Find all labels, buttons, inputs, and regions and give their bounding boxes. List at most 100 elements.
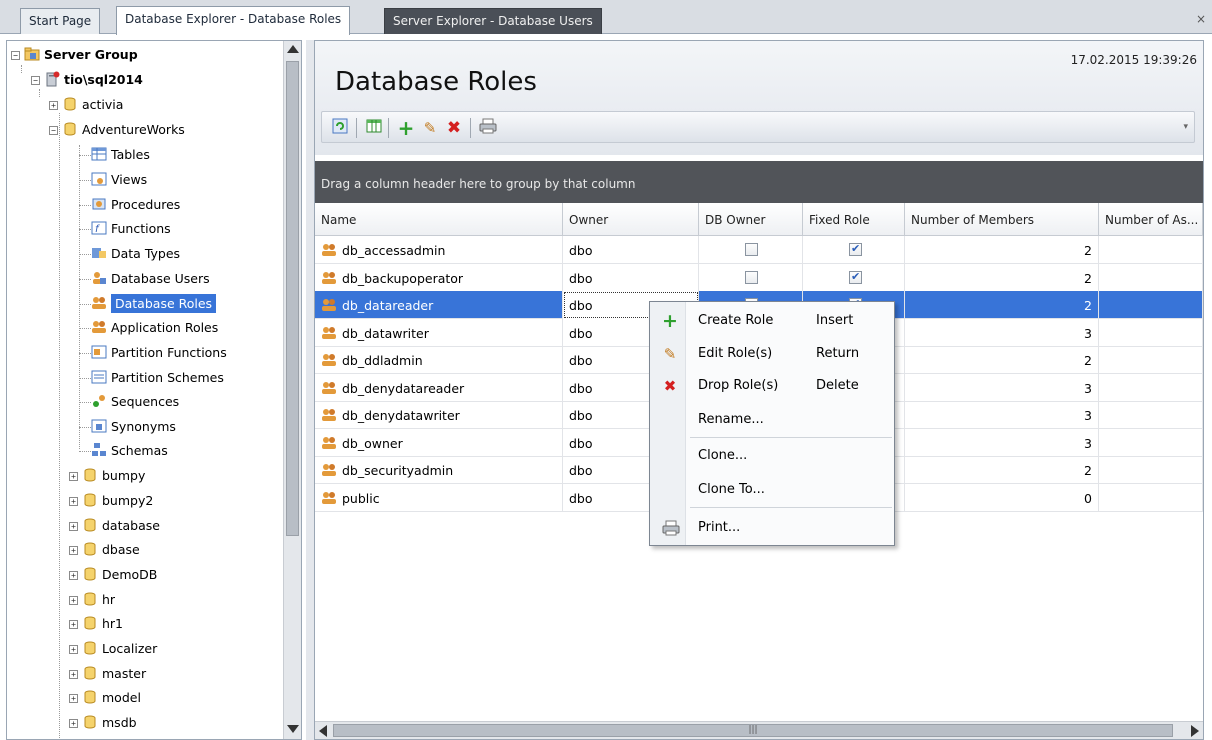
cell-members[interactable]: 3 xyxy=(905,373,1099,402)
cell-name[interactable]: db_owner xyxy=(315,428,563,457)
column-header-name[interactable]: Name xyxy=(315,203,563,236)
toolbar-overflow-icon[interactable]: ▾ xyxy=(1183,122,1188,132)
cell-fixed-role[interactable] xyxy=(803,263,905,292)
tree-schemas[interactable]: Schemas xyxy=(91,439,168,463)
tree-synonyms[interactable]: Synonyms xyxy=(91,415,176,439)
tree-db-bumpy2[interactable]: + bumpy2 xyxy=(69,489,153,513)
tree-partition-schemes[interactable]: Partition Schemes xyxy=(91,366,224,390)
expand-icon[interactable]: + xyxy=(69,645,78,654)
db-owner-checkbox[interactable] xyxy=(745,270,758,284)
cell-name[interactable]: db_denydatawriter xyxy=(315,401,563,429)
table-row[interactable]: db_backupoperatordbo 2 xyxy=(315,263,1203,292)
tree-sequences[interactable]: Sequences xyxy=(91,390,179,414)
expand-icon[interactable]: + xyxy=(69,694,78,703)
tree-db-msdb[interactable]: + msdb xyxy=(69,711,137,735)
cell-assignments[interactable] xyxy=(1099,456,1203,484)
tree-data-types[interactable]: Data Types xyxy=(91,242,180,266)
cell-assignments[interactable] xyxy=(1099,291,1203,319)
menu-item-clone[interactable]: Clone... xyxy=(650,442,894,470)
tree-application-roles[interactable]: Application Roles xyxy=(91,316,218,340)
tree-db-demodb[interactable]: + DemoDB xyxy=(69,563,157,587)
tree-server[interactable]: − tio\sql2014 xyxy=(31,68,143,92)
expand-icon[interactable]: + xyxy=(69,546,78,555)
expand-icon[interactable]: + xyxy=(69,522,78,531)
tree-db-model[interactable]: + model xyxy=(69,686,141,710)
cell-name[interactable]: db_accessadmin xyxy=(315,236,563,264)
scroll-right-icon[interactable] xyxy=(1191,725,1199,737)
menu-item-print[interactable]: Print... xyxy=(650,514,894,542)
cell-members[interactable]: 3 xyxy=(905,318,1099,347)
column-header-owner[interactable]: Owner xyxy=(563,203,699,236)
cell-owner[interactable]: dbo xyxy=(563,236,699,264)
scroll-down-icon[interactable] xyxy=(287,725,299,733)
cell-assignments[interactable] xyxy=(1099,263,1203,292)
expand-icon[interactable]: + xyxy=(69,596,78,605)
table-row[interactable]: db_accessadmindbo 2 xyxy=(315,236,1203,264)
tree-db-hr[interactable]: + hr xyxy=(69,588,115,612)
tree-vertical-scrollbar[interactable] xyxy=(283,41,301,739)
tree-server-group[interactable]: − Server Group xyxy=(11,43,138,67)
cell-members[interactable]: 2 xyxy=(905,346,1099,374)
cell-assignments[interactable] xyxy=(1099,483,1203,512)
tree-db-dbase[interactable]: + dbase xyxy=(69,538,140,562)
fixed-role-checkbox[interactable] xyxy=(849,270,862,284)
db-owner-checkbox[interactable] xyxy=(745,243,758,256)
expand-icon[interactable]: + xyxy=(69,620,78,629)
column-header-fixed-role[interactable]: Fixed Role xyxy=(803,203,905,236)
cell-assignments[interactable] xyxy=(1099,236,1203,264)
tree-tables[interactable]: Tables xyxy=(91,143,150,167)
expand-icon[interactable]: + xyxy=(49,101,58,110)
expand-icon[interactable]: + xyxy=(69,472,78,481)
tree-db-localizer[interactable]: + Localizer xyxy=(69,637,157,661)
scroll-thumb[interactable]: ||| xyxy=(333,724,1173,737)
cell-members[interactable]: 2 xyxy=(905,236,1099,264)
cell-db-owner[interactable] xyxy=(699,263,803,292)
menu-item-clone-to[interactable]: Clone To... xyxy=(650,476,894,504)
menu-item-edit-roles[interactable]: ✎ Edit Role(s) Return xyxy=(650,340,894,368)
cell-name[interactable]: db_ddladmin xyxy=(315,346,563,374)
tree-database-users[interactable]: Database Users xyxy=(91,267,210,291)
add-icon[interactable]: + xyxy=(396,118,416,138)
cell-name[interactable]: public xyxy=(315,483,563,512)
tree-partition-functions[interactable]: Partition Functions xyxy=(91,341,227,365)
cell-assignments[interactable] xyxy=(1099,318,1203,347)
tree-views[interactable]: Views xyxy=(91,168,147,192)
cell-fixed-role[interactable] xyxy=(803,236,905,264)
tree-database-roles[interactable]: Database Roles xyxy=(91,292,217,316)
tab-server-explorer[interactable]: Server Explorer - Database Users xyxy=(384,8,602,34)
cell-members[interactable]: 2 xyxy=(905,291,1099,319)
column-header-members[interactable]: Number of Members xyxy=(905,203,1099,236)
columns-icon[interactable] xyxy=(364,118,384,138)
fixed-role-checkbox[interactable] xyxy=(849,242,862,256)
collapse-icon[interactable]: − xyxy=(31,76,40,85)
delete-icon[interactable]: ✖ xyxy=(444,118,464,138)
expand-icon[interactable]: + xyxy=(69,497,78,506)
expand-icon[interactable]: + xyxy=(69,571,78,580)
tab-start-page[interactable]: Start Page xyxy=(20,8,101,34)
tree-db-adventureworks[interactable]: − AdventureWorks xyxy=(49,118,185,142)
pencil-icon[interactable]: ✎ xyxy=(420,118,440,138)
cell-members[interactable]: 3 xyxy=(905,428,1099,457)
cell-assignments[interactable] xyxy=(1099,373,1203,402)
cell-members[interactable]: 2 xyxy=(905,456,1099,484)
tab-database-explorer[interactable]: Database Explorer - Database Roles xyxy=(116,6,351,35)
menu-item-create-role[interactable]: + Create Role Insert xyxy=(650,307,894,335)
cell-members[interactable]: 0 xyxy=(905,483,1099,512)
collapse-icon[interactable]: − xyxy=(49,126,58,135)
column-header-assignments[interactable]: Number of As... xyxy=(1099,203,1203,236)
tree-db-bumpy[interactable]: + bumpy xyxy=(69,464,145,488)
tree-functions[interactable]: f Functions xyxy=(91,217,171,241)
cell-assignments[interactable] xyxy=(1099,346,1203,374)
column-header-db-owner[interactable]: DB Owner xyxy=(699,203,803,236)
print-icon[interactable] xyxy=(478,118,498,138)
tree-db-hr1[interactable]: + hr1 xyxy=(69,612,123,636)
panel-splitter[interactable] xyxy=(306,40,314,740)
scroll-left-icon[interactable] xyxy=(319,725,327,737)
expand-icon[interactable]: + xyxy=(69,670,78,679)
cell-owner[interactable]: dbo xyxy=(563,263,699,292)
cell-db-owner[interactable] xyxy=(699,236,803,264)
scroll-up-icon[interactable] xyxy=(287,45,299,53)
cell-name[interactable]: db_backupoperator xyxy=(315,263,563,292)
cell-members[interactable]: 2 xyxy=(905,263,1099,292)
close-tab-icon[interactable]: × xyxy=(1196,12,1206,26)
